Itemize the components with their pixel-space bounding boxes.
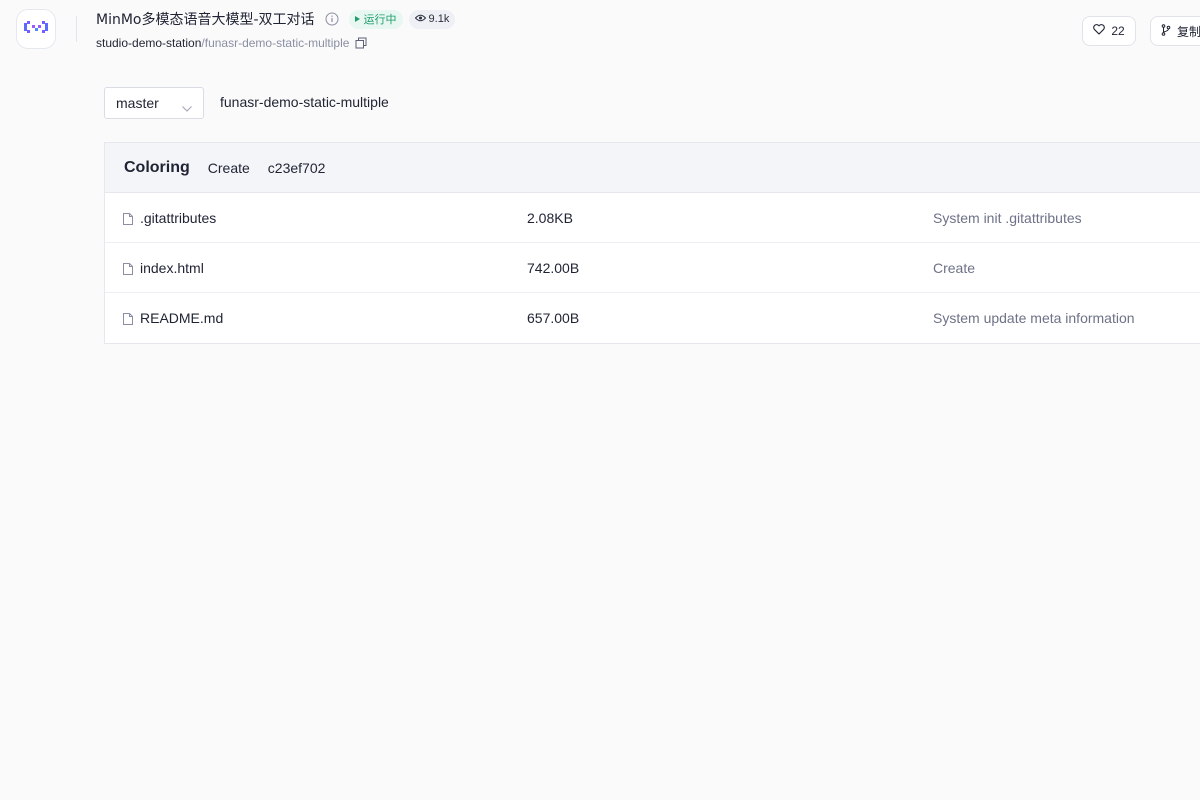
commit-author[interactable]: Coloring [124, 159, 190, 177]
copy-icon[interactable] [355, 37, 367, 49]
file-size: 2.08KB [527, 210, 573, 226]
clone-button[interactable]: 复制 [1150, 16, 1200, 46]
table-row[interactable]: README.md 657.00B System update meta inf… [105, 293, 1200, 343]
file-size: 742.00B [527, 260, 580, 276]
owner-link[interactable]: studio-demo-station [96, 36, 201, 50]
commit-message[interactable]: Create [208, 160, 250, 176]
branch-select-value: master [116, 95, 159, 111]
branch-icon [1161, 23, 1171, 39]
views-badge: 9.1k [408, 9, 456, 29]
title-row: MinMo多模态语音大模型-双工对话 运行中 9.1k [96, 9, 456, 29]
file-name[interactable]: index.html [140, 260, 204, 276]
like-button[interactable]: 22 [1082, 16, 1136, 46]
eye-icon [414, 13, 426, 25]
app-title: MinMo多模态语音大模型-双工对话 [96, 12, 315, 28]
table-row[interactable]: index.html 742.00B Create [105, 243, 1200, 293]
chevron-down-icon [182, 99, 192, 115]
table-row[interactable]: .gitattributes 2.08KB System init .gitat… [105, 193, 1200, 243]
repo-name: funasr-demo-static-multiple [204, 36, 350, 50]
breadcrumb: studio-demo-station / funasr-demo-static… [96, 35, 367, 51]
file-name[interactable]: README.md [140, 310, 223, 326]
play-icon [354, 16, 360, 22]
branch-select[interactable]: master [104, 87, 204, 119]
like-count: 22 [1111, 24, 1125, 38]
file-commit-message[interactable]: System update meta information [933, 310, 1135, 326]
file-size: 657.00B [527, 310, 580, 326]
repo-path-label: funasr-demo-static-multiple [220, 94, 389, 110]
file-icon [123, 212, 133, 228]
header-divider [76, 16, 77, 42]
latest-commit-header: Coloring Create c23ef702 [105, 143, 1200, 193]
info-icon[interactable] [325, 12, 339, 26]
file-commit-message[interactable]: Create [933, 260, 975, 276]
file-commit-message[interactable]: System init .gitattributes [933, 210, 1082, 226]
heart-icon [1093, 24, 1106, 38]
file-icon [123, 262, 133, 278]
file-name[interactable]: .gitattributes [140, 210, 216, 226]
status-badge: 运行中 [348, 9, 403, 29]
logo-icon [24, 19, 48, 40]
commit-hash[interactable]: c23ef702 [268, 160, 326, 176]
studio-logo[interactable] [16, 9, 56, 49]
file-table: Coloring Create c23ef702 .gitattributes … [104, 142, 1200, 344]
views-count: 9.1k [428, 13, 450, 25]
clone-label: 复制 [1177, 24, 1200, 39]
file-icon [123, 312, 133, 328]
status-text: 运行中 [363, 13, 397, 26]
